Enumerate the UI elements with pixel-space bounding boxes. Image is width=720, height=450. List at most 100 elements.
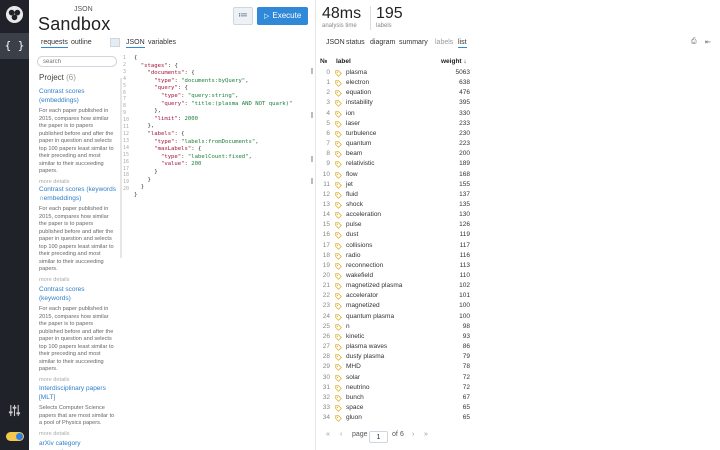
json-editor[interactable]: 1 2 3 4 5 6 7 8 9 10 11 12 13 14 15 16 17 18 19 20 { "stage… bbox=[123, 55, 313, 198]
row-weight: 79 bbox=[462, 353, 470, 361]
entry-more-details-link[interactable]: more details bbox=[39, 179, 117, 185]
tag-icon bbox=[335, 334, 342, 341]
entry-title-link[interactable]: Contrast scores (keywords) bbox=[39, 286, 117, 303]
list-view-button[interactable]: ≔ bbox=[233, 7, 253, 25]
table-row[interactable]: 30 solar 72 bbox=[316, 373, 470, 383]
table-row[interactable]: 6 turbulence 230 bbox=[316, 129, 470, 139]
analysis-time-value: 48ms bbox=[322, 5, 362, 22]
table-row[interactable]: 26 kinetic 93 bbox=[316, 332, 470, 342]
tab-diagram[interactable]: diagram bbox=[370, 39, 395, 46]
table-row[interactable]: 12 fluid 137 bbox=[316, 190, 470, 200]
tab-json[interactable]: JSON bbox=[126, 39, 145, 48]
table-row[interactable]: 31 neutrino 72 bbox=[316, 383, 470, 393]
table-row[interactable]: 4 ion 330 bbox=[316, 109, 470, 119]
table-row[interactable]: 19 reconnection 113 bbox=[316, 261, 470, 271]
col-weight-header[interactable]: weight ↓ bbox=[441, 58, 467, 65]
line-number: 3 bbox=[123, 68, 127, 75]
line-number: 15 bbox=[123, 151, 130, 158]
table-row[interactable]: 13 shock 135 bbox=[316, 200, 470, 210]
table-row[interactable]: 14 acceleration 130 bbox=[316, 210, 470, 220]
row-weight: 67 bbox=[462, 393, 470, 401]
line-number: 6 bbox=[123, 89, 127, 96]
tab-list[interactable]: list bbox=[458, 39, 467, 48]
tab-summary[interactable]: summary bbox=[399, 39, 428, 46]
tab-labels[interactable]: labels bbox=[435, 39, 453, 46]
row-index: 31 bbox=[322, 383, 330, 391]
table-row[interactable]: 10 flow 168 bbox=[316, 170, 470, 180]
table-row[interactable]: 23 magnetized 100 bbox=[316, 301, 470, 311]
tab-outline[interactable]: outline bbox=[71, 39, 92, 46]
tab-status[interactable]: status bbox=[346, 39, 365, 46]
editor-list-icon[interactable] bbox=[110, 38, 120, 47]
table-row[interactable]: 34 gluon 65 bbox=[316, 413, 470, 423]
col-label-header[interactable]: label bbox=[336, 58, 351, 65]
table-row[interactable]: 0 plasma 5063 bbox=[316, 68, 470, 78]
collapse-icon[interactable]: ⇤ bbox=[705, 38, 711, 46]
table-row[interactable]: 17 collisions 117 bbox=[316, 241, 470, 251]
settings-sliders-icon[interactable] bbox=[8, 404, 21, 417]
table-row[interactable]: 18 radio 116 bbox=[316, 251, 470, 261]
table-row[interactable]: 24 quantum plasma 100 bbox=[316, 312, 470, 322]
entry-title-link[interactable]: Contrast scores (keywords ∩embeddings) bbox=[39, 186, 117, 203]
line-number-gutter: 1 2 3 4 5 6 7 8 9 10 11 12 13 14 15 16 17 18 19 20 bbox=[123, 55, 129, 193]
code-view-button[interactable]: { } bbox=[0, 33, 29, 59]
table-row[interactable]: 25 n 98 bbox=[316, 322, 470, 332]
tag-icon bbox=[335, 324, 342, 331]
table-row[interactable]: 33 space 65 bbox=[316, 403, 470, 413]
table-row[interactable]: 9 relativistic 189 bbox=[316, 159, 470, 169]
tab-result-json[interactable]: JSON bbox=[326, 39, 345, 46]
tag-icon bbox=[335, 283, 342, 291]
table-row[interactable]: 16 dust 119 bbox=[316, 230, 470, 240]
entry-title-link[interactable]: Interdisciplinary papers [MLT] bbox=[39, 385, 117, 402]
entry-more-details-link[interactable]: more details bbox=[39, 431, 117, 437]
table-row[interactable]: 2 equation 476 bbox=[316, 88, 470, 98]
table-row[interactable]: 28 dusty plasma 79 bbox=[316, 352, 470, 362]
entry-title-link[interactable]: arXiv category suggestions bbox=[39, 440, 117, 450]
search-input[interactable] bbox=[37, 56, 117, 67]
first-page-button[interactable]: « bbox=[326, 431, 330, 438]
prev-page-button[interactable]: ‹ bbox=[340, 431, 342, 438]
table-row[interactable]: 3 instability 395 bbox=[316, 98, 470, 108]
execute-button[interactable]: ▷ Execute bbox=[257, 7, 308, 25]
table-row[interactable]: 22 accelerator 101 bbox=[316, 291, 470, 301]
row-label: laser bbox=[346, 119, 361, 127]
table-row[interactable]: 27 plasma waves 86 bbox=[316, 342, 470, 352]
tag-icon bbox=[335, 364, 342, 372]
table-row[interactable]: 1 electron 638 bbox=[316, 78, 470, 88]
tag-icon bbox=[335, 151, 342, 159]
table-row[interactable]: 7 quantum 223 bbox=[316, 139, 470, 149]
tag-icon bbox=[335, 141, 342, 148]
row-label: flow bbox=[346, 170, 358, 178]
project-entry: arXiv category suggestions bbox=[39, 440, 117, 450]
tag-icon bbox=[335, 181, 342, 189]
table-row[interactable]: 32 bunch 67 bbox=[316, 393, 470, 403]
tab-requests[interactable]: requests bbox=[41, 39, 68, 48]
theme-toggle[interactable] bbox=[6, 432, 24, 441]
table-row[interactable]: 5 laser 233 bbox=[316, 119, 470, 129]
app-logo-icon[interactable] bbox=[5, 5, 24, 24]
next-page-button[interactable]: › bbox=[412, 431, 414, 438]
row-weight: 130 bbox=[459, 211, 470, 219]
tag-icon bbox=[335, 161, 342, 169]
entry-more-details-link[interactable]: more details bbox=[39, 277, 117, 283]
entry-more-details-link[interactable]: more details bbox=[39, 377, 117, 383]
row-label: reconnection bbox=[346, 261, 384, 269]
editor-scrollbar[interactable] bbox=[311, 58, 313, 198]
row-weight: 155 bbox=[459, 180, 470, 188]
table-row[interactable]: 8 beam 200 bbox=[316, 149, 470, 159]
code-content[interactable]: { "stages": { "documents": { "type": "do… bbox=[134, 55, 292, 199]
table-row[interactable]: 11 jet 155 bbox=[316, 180, 470, 190]
page-number-input[interactable] bbox=[369, 431, 388, 443]
row-label: turbulence bbox=[346, 129, 377, 137]
tab-variables[interactable]: variables bbox=[148, 39, 176, 46]
table-row[interactable]: 29 MHD 78 bbox=[316, 362, 470, 372]
save-icon[interactable]: ⎙ bbox=[691, 38, 697, 46]
table-row[interactable]: 21 magnetized plasma 102 bbox=[316, 281, 470, 291]
last-page-button[interactable]: » bbox=[424, 431, 428, 438]
sidebar-scrollbar[interactable] bbox=[120, 78, 122, 258]
project-entry: Contrast scores (keywords) For each pape… bbox=[39, 286, 117, 383]
tag-icon bbox=[335, 80, 342, 88]
table-row[interactable]: 20 wakefield 110 bbox=[316, 271, 470, 281]
table-row[interactable]: 15 pulse 126 bbox=[316, 220, 470, 230]
entry-title-link[interactable]: Contrast scores (embeddings) bbox=[39, 88, 117, 105]
